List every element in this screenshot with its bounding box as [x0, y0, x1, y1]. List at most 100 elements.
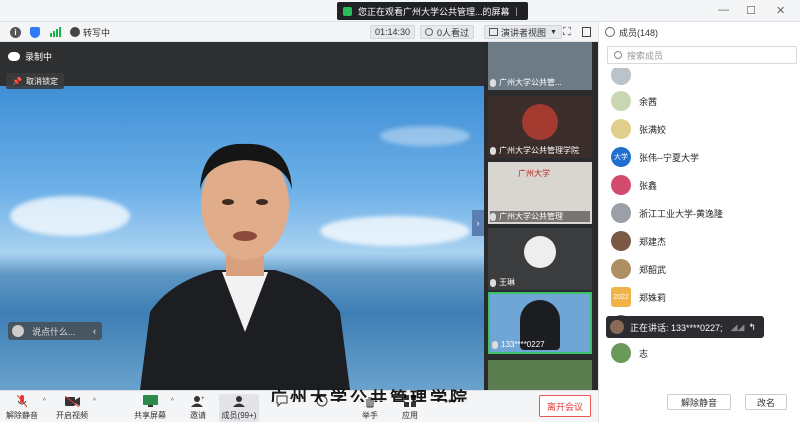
- chevron-down-icon: ▼: [550, 28, 557, 36]
- thumbnail-label: 133****0227: [492, 339, 588, 350]
- leave-meeting-button[interactable]: 离开会议: [539, 395, 591, 417]
- member-name: 志: [639, 348, 649, 359]
- members-icon: [231, 394, 247, 408]
- thumbnail-label: 广州大学公共管理: [490, 211, 590, 222]
- thumbnail-avatar: [522, 104, 558, 140]
- chevron-up-icon[interactable]: ^: [43, 398, 46, 405]
- member-name: 郑韶武: [639, 264, 667, 275]
- member-name: 余茜: [639, 96, 658, 107]
- thumbnail-avatar: [524, 236, 556, 268]
- fullscreen-button[interactable]: ⛶: [563, 25, 571, 39]
- chevron-left-icon[interactable]: ‹: [93, 326, 96, 336]
- apps-label: 应用: [402, 411, 418, 420]
- sidebar-toggle-button[interactable]: [582, 25, 591, 39]
- maximize-icon[interactable]: ☐: [746, 4, 756, 17]
- video-thumbnail-active[interactable]: 133****0227: [488, 292, 592, 354]
- share-screen-button[interactable]: 共享屏幕 ^: [130, 394, 174, 421]
- mic-icon: [490, 278, 496, 287]
- recording-label: 录制中: [25, 52, 53, 62]
- signal-icon: [50, 27, 61, 37]
- main-video[interactable]: 录制中 📌 取消锁定 说点什么... ‹: [0, 42, 484, 390]
- avatar: [611, 259, 631, 279]
- unmute-button[interactable]: 解除静音 ^: [2, 394, 46, 421]
- video-thumbnail[interactable]: 广州大学公共管理学院: [488, 96, 592, 158]
- mic-icon: [492, 340, 498, 349]
- start-video-button[interactable]: 开启视频 ^: [52, 394, 96, 421]
- list-item[interactable]: 郑建杰: [611, 230, 666, 252]
- thumbnail-name: 广州大学公共管理: [499, 212, 563, 221]
- timer-text: 01:14:30: [375, 27, 411, 37]
- list-item[interactable]: 张满姣: [611, 118, 666, 140]
- video-thumbnail[interactable]: 王琳: [488, 228, 592, 290]
- minimize-icon[interactable]: —: [718, 4, 729, 16]
- invite-label: 邀请: [190, 411, 206, 420]
- share-screen-label: 共享屏幕: [134, 411, 166, 420]
- speaker-figure: [140, 143, 350, 390]
- invite-icon: +: [190, 394, 206, 408]
- rename-button[interactable]: 改名: [745, 394, 787, 410]
- fullscreen-icon: ⛶: [563, 25, 571, 38]
- pin-icon: 📌: [12, 76, 22, 86]
- recording-indicator: 录制中: [8, 50, 52, 63]
- security-button[interactable]: [30, 25, 40, 39]
- members-icon: [605, 27, 615, 37]
- speaking-text: 正在讲话: 133****0227;: [630, 322, 723, 333]
- list-item[interactable]: 志: [611, 342, 648, 364]
- avatar: [610, 320, 624, 334]
- info-button[interactable]: i: [10, 25, 21, 39]
- member-name: 张鑫: [639, 180, 658, 191]
- thumbnail-header: 广州大学: [518, 169, 550, 178]
- reply-icon[interactable]: ↰: [748, 322, 756, 333]
- mic-muted-icon: [14, 394, 30, 408]
- member-list: 余茜 张满姣 大学 张伟--宁夏大学 张鑫 浙江工业大学-黄逸隆 郑建杰 郑韶武 …: [599, 68, 800, 390]
- video-thumbnail[interactable]: 广州大学公共管...: [488, 42, 592, 90]
- viewers-icon: [425, 28, 433, 36]
- member-search-input[interactable]: 搜索成员: [607, 46, 797, 64]
- thumbnail-strip: 广州大学公共管... 广州大学公共管理学院 广州大学 广州大学公共管理 王琳 1…: [484, 42, 598, 390]
- list-item[interactable]: 2022 郑姝莉: [611, 286, 666, 308]
- cloud-shape: [380, 126, 470, 146]
- meeting-window: 您正在观看广州大学公共管理...的屏幕 | — ☐ ✕ i 转写中 01:14:…: [0, 0, 800, 422]
- list-item[interactable]: 张鑫: [611, 174, 657, 196]
- members-button[interactable]: 成员(99+): [219, 394, 259, 422]
- shield-icon: [30, 26, 40, 38]
- video-thumbnail[interactable]: 广州大学 广州大学公共管理: [488, 162, 592, 224]
- members-header: 成员(148): [599, 22, 800, 42]
- unmute-all-button[interactable]: 解除静音: [667, 394, 731, 410]
- unlock-button[interactable]: 📌 取消锁定: [6, 73, 64, 89]
- chevron-right-icon: ›: [476, 218, 480, 228]
- members-label: 成员(99+): [221, 411, 257, 420]
- avatar: 2022: [611, 287, 631, 307]
- raise-hand-label: 举手: [362, 411, 378, 420]
- chevron-up-icon[interactable]: ^: [171, 398, 174, 405]
- view-mode-select[interactable]: 演讲者视图 ▼: [484, 25, 562, 39]
- view-mode-label: 演讲者视图: [501, 27, 547, 38]
- mic-icon: [490, 78, 496, 87]
- mic-icon: [490, 212, 496, 221]
- list-item[interactable]: [611, 68, 639, 86]
- network-signal[interactable]: [50, 25, 61, 39]
- list-item[interactable]: 大学 张伟--宁夏大学: [611, 146, 699, 168]
- share-banner-text: 您正在观看广州大学公共管理...的屏幕: [358, 6, 510, 17]
- viewers-count: 0人看过: [437, 27, 470, 38]
- invite-button[interactable]: + 邀请: [178, 394, 218, 421]
- emoji-icon[interactable]: [12, 325, 24, 337]
- avatar: 大学: [611, 147, 631, 167]
- thumbnail-label: 广州大学公共管...: [490, 77, 590, 88]
- members-panel: 成员(148) 搜索成员 余茜 张满姣 大学 张伟--宁夏大学 张鑫 浙江工业大学…: [598, 22, 800, 422]
- transcribe-button[interactable]: 转写中: [70, 25, 110, 39]
- sidebar-toggle-icon: [582, 27, 591, 37]
- close-icon[interactable]: ✕: [776, 4, 785, 17]
- transcribe-icon: [70, 27, 80, 37]
- comment-input[interactable]: 说点什么... ‹: [8, 322, 102, 340]
- viewers-button[interactable]: 0人看过: [420, 25, 475, 39]
- chevron-up-icon[interactable]: ^: [93, 398, 96, 405]
- search-placeholder: 搜索成员: [627, 50, 664, 61]
- collapse-thumbs-button[interactable]: ›: [472, 210, 484, 236]
- member-name: 张伟--宁夏大学: [639, 152, 699, 163]
- list-item[interactable]: 郑韶武: [611, 258, 666, 280]
- transcribe-label: 转写中: [83, 27, 111, 38]
- list-item[interactable]: 余茜: [611, 90, 657, 112]
- list-item[interactable]: 浙江工业大学-黄逸隆: [611, 202, 723, 224]
- avatar: [611, 119, 631, 139]
